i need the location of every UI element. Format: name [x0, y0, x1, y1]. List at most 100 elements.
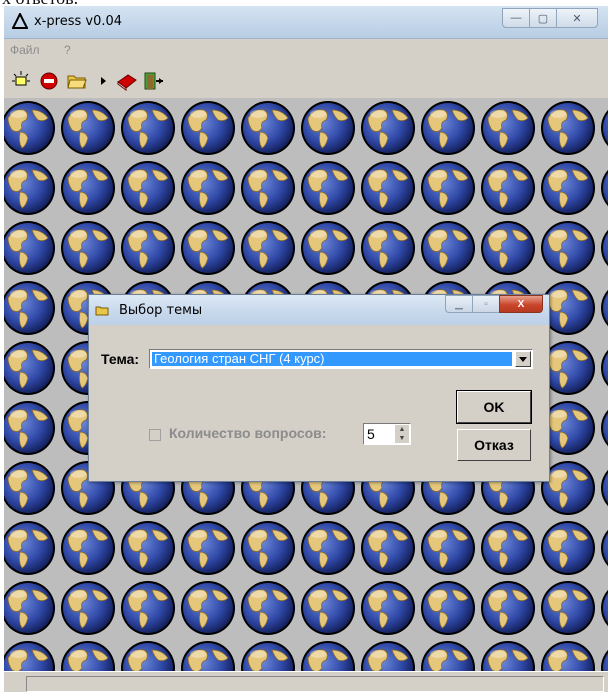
globe-tile — [600, 100, 608, 156]
globe-tile — [120, 160, 176, 216]
dialog-icon — [95, 306, 109, 316]
dialog-minimize-button[interactable]: ▁ — [445, 295, 473, 313]
globe-tile — [4, 100, 56, 156]
globe-tile — [240, 220, 296, 276]
exit-door-icon[interactable] — [142, 70, 164, 92]
globe-tile — [360, 160, 416, 216]
globe-tile — [480, 160, 536, 216]
globe-tile — [300, 520, 356, 576]
globe-tile — [300, 160, 356, 216]
globe-tile — [60, 520, 116, 576]
globe-tile — [60, 640, 116, 672]
globe-tile — [300, 220, 356, 276]
globe-tile — [600, 280, 608, 336]
arrow-right-icon[interactable] — [92, 70, 114, 92]
globe-tile — [600, 640, 608, 672]
globe-tile — [420, 220, 476, 276]
dialog-close-button[interactable]: X — [499, 295, 543, 313]
globe-tile — [600, 340, 608, 396]
question-count-checkbox[interactable] — [149, 429, 161, 441]
globe-tile — [540, 220, 596, 276]
dialog-maximize-button[interactable]: ▫ — [472, 295, 500, 313]
minimize-icon: — — [510, 12, 522, 24]
globe-tile — [480, 100, 536, 156]
globe-tile — [4, 340, 56, 396]
globe-tile — [180, 100, 236, 156]
globe-tile — [360, 580, 416, 636]
toolbar — [4, 62, 608, 98]
globe-tile — [600, 400, 608, 456]
globe-tile — [60, 160, 116, 216]
stop-icon[interactable] — [38, 70, 60, 92]
globe-tile — [600, 220, 608, 276]
close-button[interactable]: ✕ — [556, 8, 598, 28]
close-icon: X — [517, 298, 525, 310]
window-title: x-press v0.04 — [34, 14, 123, 29]
globe-tile — [300, 640, 356, 672]
globe-tile — [4, 400, 56, 456]
globe-tile — [4, 640, 56, 672]
topic-select[interactable]: Геология стран СНГ (4 курс) — [149, 349, 533, 369]
ok-button[interactable]: OK — [456, 390, 532, 424]
globe-tile — [420, 100, 476, 156]
globe-tile — [540, 160, 596, 216]
globe-tile — [540, 580, 596, 636]
globe-tile — [600, 580, 608, 636]
globe-tile — [480, 220, 536, 276]
topic-label: Тема: — [101, 351, 140, 367]
globe-tile — [4, 580, 56, 636]
lightbulb-icon[interactable] — [10, 70, 32, 92]
globe-tile — [180, 580, 236, 636]
spin-up-icon[interactable]: ▲ — [395, 425, 409, 434]
globe-tile — [540, 520, 596, 576]
menu-help[interactable]: ? — [64, 43, 71, 57]
globe-tile — [240, 640, 296, 672]
globe-tile — [600, 520, 608, 576]
globe-tile — [420, 520, 476, 576]
globe-tile — [4, 280, 56, 336]
maximize-icon: ▢ — [537, 12, 549, 25]
globe-tile — [120, 520, 176, 576]
globe-tile — [120, 640, 176, 672]
globe-tile — [480, 580, 536, 636]
question-count-spinner[interactable]: 5 ▲ ▼ — [363, 423, 411, 445]
globe-tile — [180, 160, 236, 216]
globe-tile — [180, 220, 236, 276]
topic-dropdown-button[interactable] — [515, 351, 531, 367]
minimize-icon: ▁ — [455, 298, 463, 310]
globe-tile — [240, 520, 296, 576]
menu-file[interactable]: Файл — [10, 43, 40, 57]
globe-tile — [120, 580, 176, 636]
globe-tile — [120, 100, 176, 156]
minimize-button[interactable]: — — [502, 8, 530, 28]
maximize-button[interactable]: ▢ — [529, 8, 557, 28]
globe-tile — [420, 580, 476, 636]
status-field — [26, 676, 604, 692]
book-icon[interactable] — [116, 70, 138, 92]
title-bar[interactable]: x-press v0.04 — ▢ ✕ — [4, 6, 608, 39]
globe-tile — [480, 640, 536, 672]
question-count-label: Количество вопросов: — [169, 425, 327, 441]
globe-tile — [540, 640, 596, 672]
globe-tile — [240, 100, 296, 156]
globe-tile — [480, 520, 536, 576]
question-count-value[interactable]: 5 — [367, 426, 375, 442]
cancel-button[interactable]: Отказ — [457, 429, 531, 461]
globe-tile — [360, 100, 416, 156]
globe-tile — [60, 100, 116, 156]
spin-down-icon[interactable]: ▼ — [395, 434, 409, 443]
globe-tile — [360, 220, 416, 276]
globe-tile — [420, 640, 476, 672]
globe-tile — [4, 160, 56, 216]
globe-tile — [4, 460, 56, 516]
globe-tile — [4, 220, 56, 276]
globe-tile — [600, 160, 608, 216]
globe-tile — [60, 220, 116, 276]
topic-dialog: Выбор темы ▁ ▫ X Тема: Геология стран СН… — [88, 294, 550, 482]
dialog-title: Выбор темы — [119, 303, 203, 318]
dialog-title-bar[interactable]: Выбор темы ▁ ▫ X — [89, 295, 549, 325]
globe-tile — [60, 580, 116, 636]
globe-tile — [300, 100, 356, 156]
maximize-icon: ▫ — [484, 298, 488, 310]
open-folder-icon[interactable] — [66, 70, 88, 92]
